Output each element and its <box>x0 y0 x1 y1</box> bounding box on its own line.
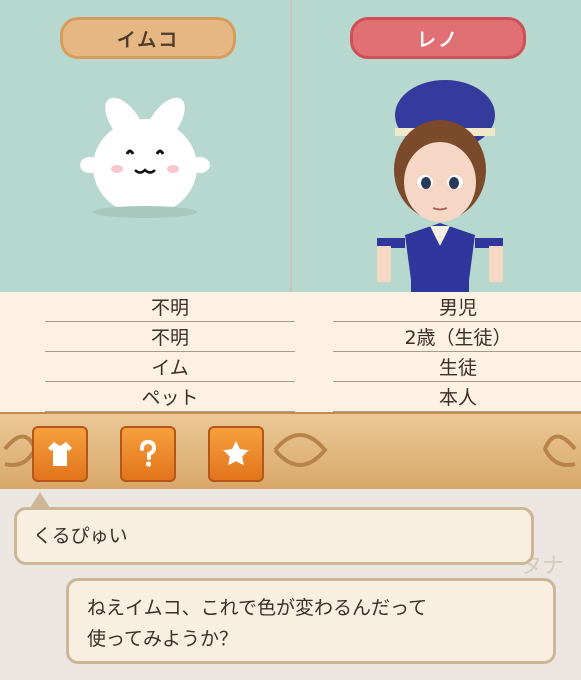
chat-message-line-2: 使ってみようか？ <box>87 628 239 650</box>
info-value: イム <box>151 357 189 379</box>
info-value: 本人 <box>438 387 477 409</box>
info-value: 不明 <box>150 297 189 319</box>
action-toolbar <box>0 412 581 491</box>
ornament-right <box>542 434 577 467</box>
shirt-icon <box>48 442 72 466</box>
chat-bubble-2: ねえイムコ、これで色が変わるんだって 使ってみようか？ <box>66 578 556 664</box>
left-character-name: イムコ <box>60 17 236 59</box>
question-button[interactable] <box>120 426 176 482</box>
info-value: 男児 <box>438 297 477 319</box>
chat-message: くるぴゅい <box>33 524 128 547</box>
info-value: ペット <box>141 387 199 409</box>
info-row: 不明 <box>45 322 295 352</box>
right-character-name: レノ <box>350 17 526 59</box>
star-icon <box>223 441 249 466</box>
info-row: 不明 <box>45 292 295 322</box>
info-value: 生徒 <box>438 357 477 379</box>
chat-bubble-1: くるぴゅい <box>14 507 534 565</box>
ornament-middle <box>273 433 328 467</box>
chat-message-line-1: ねえイムコ、これで色が変わるんだって <box>87 597 428 619</box>
speech-tail <box>30 492 50 508</box>
info-value: 2歳（生徒） <box>404 327 512 349</box>
outfit-button[interactable] <box>32 426 88 482</box>
info-row: ペット <box>45 382 295 412</box>
info-row: 本人 <box>333 382 581 412</box>
question-icon <box>140 439 157 467</box>
character-info-table: 不明 不明 イム ペット 男児 2歳（生徒） 生徒 本人 <box>0 292 581 412</box>
info-row: 生徒 <box>333 352 581 382</box>
boy-character-image <box>377 80 503 292</box>
info-row: 男児 <box>333 292 581 322</box>
info-value: 不明 <box>150 327 189 349</box>
info-row: 2歳（生徒） <box>333 322 581 352</box>
info-row: イム <box>45 352 295 382</box>
favorite-button[interactable] <box>208 426 264 482</box>
bunny-character-image <box>80 97 210 218</box>
right-info-column: 男児 2歳（生徒） 生徒 本人 <box>333 292 581 412</box>
left-info-column: 不明 不明 イム ペット <box>45 292 295 412</box>
